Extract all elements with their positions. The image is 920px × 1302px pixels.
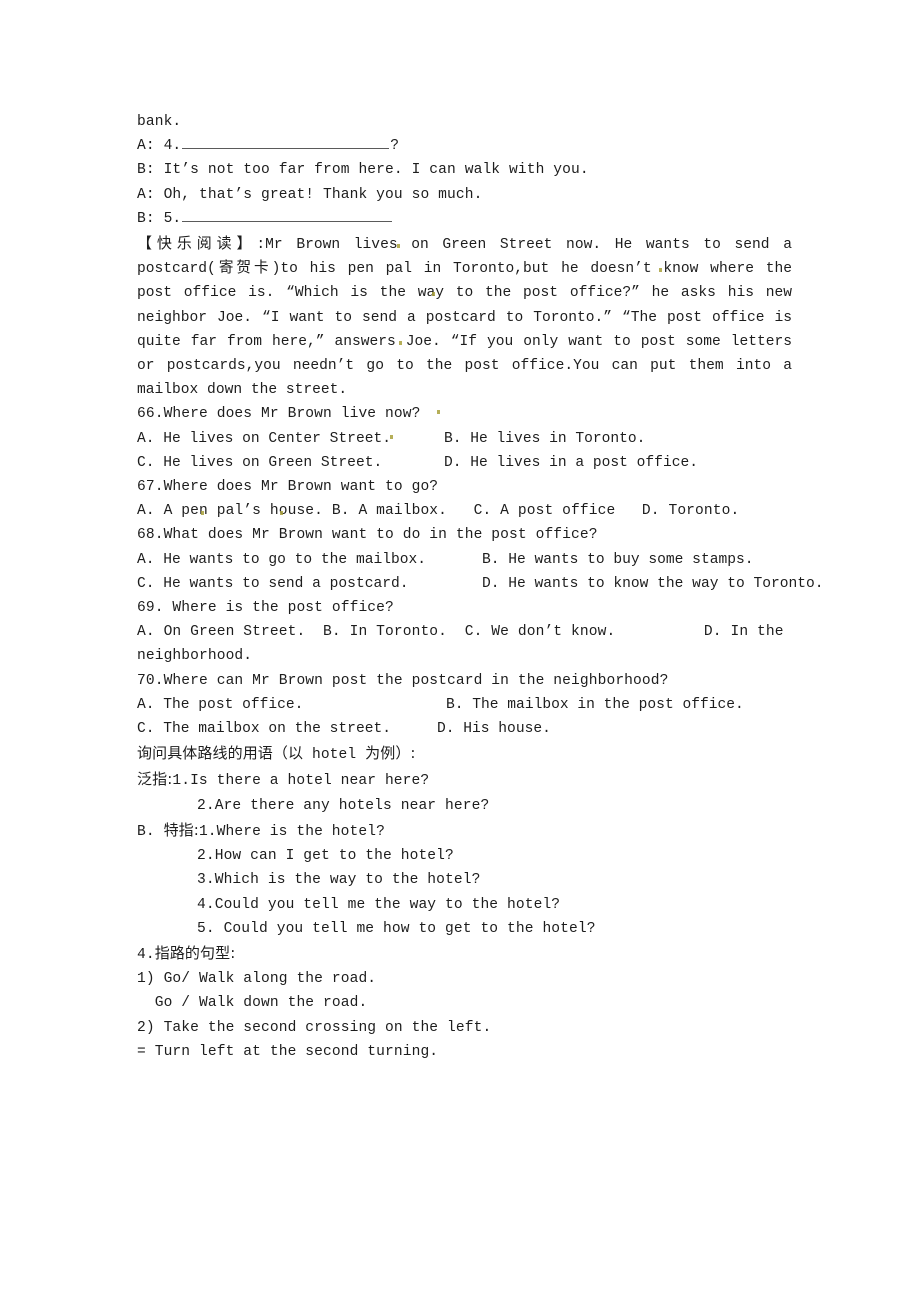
reading-passage-text: Mr Brown lives on Green Street now. He w… [137,237,792,399]
dialogue-a4-suffix: ? [390,138,400,155]
option-68-C[interactable]: C. He wants to send a postcard. [137,572,482,596]
dialogue-line-a4: A: 4.? [137,134,792,158]
notes-specific-item-5: 5. Could you tell me how to get to the h… [197,920,596,937]
notes-heading-latin: hotel [303,747,366,764]
question-70-options-row-2: C. The mailbox on the street. D. His hou… [137,717,792,741]
directions-line-2: Go / Walk down the road. [137,995,368,1012]
document-page: bank. A: 4.? B: It’s not too far from he… [0,0,920,1302]
dialogue-line-b-walk: B: It’s not too far from here. I can wal… [137,162,589,179]
option-66-C[interactable]: C. He lives on Green Street. [137,451,444,475]
scan-artifact-speck [201,511,204,515]
scan-artifact-speck [397,244,400,248]
question-70-stem: 70.Where can Mr Brown post the postcard … [137,672,669,689]
notes-specific-label: 特指: [163,820,199,839]
question-68-stem: 68.What does Mr Brown want to do in the … [137,527,598,544]
question-68-options-row-1: A. He wants to go to the mailbox. B. He … [137,548,792,572]
dialogue-a4-prefix: A: 4. [137,138,182,155]
notes-specific-item-3: 3.Which is the way to the hotel? [197,872,481,889]
notes-heading-cjk-b: 为例）: [365,744,416,763]
directions-line-4: = Turn left at the second turning. [137,1043,439,1060]
option-68-A[interactable]: A. He wants to go to the mailbox. [137,548,482,572]
dialogue-line-b5: B: 5. [137,207,792,231]
question-67-options[interactable]: A. A pen pal’s house. B. A mailbox. C. A… [137,499,792,523]
question-66-options-row-2: C. He lives on Green Street. D. He lives… [137,451,792,475]
option-70-B[interactable]: B. The mailbox in the post office. [446,693,744,717]
directions-heading-cjk: 指路的句型: [154,943,236,962]
notes-general-item-1: 1.Is there a hotel near here? [172,773,430,790]
question-70-options-row-1: A. The post office. B. The mailbox in th… [137,693,792,717]
notes-heading-cjk-a: 询问具体路线的用语（以 [137,744,304,763]
question-66-options-row-1: A. He lives on Center Street. B. He live… [137,427,792,451]
directions-heading-number: 4. [137,946,155,963]
notes-specific-item-1: 1.Where is the hotel? [198,823,385,840]
directions-heading: 4.指路的句型: [137,941,792,967]
option-68-B[interactable]: B. He wants to buy some stamps. [482,548,754,572]
scan-artifact-speck [437,410,440,414]
notes-general-item-2: 2.Are there any hotels near here? [197,797,490,814]
notes-specific-item-2: 2.How can I get to the hotel? [197,848,454,865]
question-66-stem: 66.Where does Mr Brown live now? [137,406,421,423]
option-68-D[interactable]: D. He wants to know the way to Toronto. [482,572,824,596]
question-69-options-wrap[interactable]: neighborhood. [137,644,792,668]
notes-heading: 询问具体路线的用语（以 hotel 为例）: [137,741,792,767]
question-67-stem: 67.Where does Mr Brown want to go? [137,479,439,496]
question-68-options-row-2: C. He wants to send a postcard. D. He wa… [137,572,824,596]
dialogue-line-a-thanks: A: Oh, that’s great! Thank you so much. [137,186,483,203]
scan-artifact-speck [390,435,393,439]
option-66-A[interactable]: A. He lives on Center Street. [137,427,444,451]
directions-line-1: 1) Go/ Walk along the road. [137,971,377,988]
scan-artifact-speck [659,268,662,272]
notes-general-line-1: 泛指:1.Is there a hotel near here? [137,767,792,793]
question-69-options[interactable]: A. On Green Street. B. In Toronto. C. We… [137,620,792,644]
option-66-B[interactable]: B. He lives in Toronto. [444,427,645,451]
dialogue-line-bank: bank. [137,114,182,130]
notes-specific-line-1: B. 特指:1.Where is the hotel? [137,818,792,844]
option-70-D[interactable]: D. His house. [437,717,551,741]
notes-general-label: 泛指: [137,770,173,789]
directions-line-3: 2) Take the second crossing on the left. [137,1019,492,1036]
page-content: bank. A: 4.? B: It’s not too far from he… [137,110,824,1064]
question-69-stem: 69. Where is the post office? [137,600,394,617]
dialogue-b5-prefix: B: 5. [137,210,182,227]
scan-artifact-speck [432,292,435,296]
fill-in-blank-5[interactable] [182,207,393,222]
scan-artifact-speck [399,341,402,345]
reading-passage: 【快乐阅读】:Mr Brown lives on Green Street no… [137,231,792,402]
fill-in-blank-4[interactable] [182,134,390,150]
option-66-D[interactable]: D. He lives in a post office. [444,451,698,475]
notes-specific-item-4: 4.Could you tell me the way to the hotel… [197,896,561,913]
scan-artifact-speck [280,511,283,515]
reading-header-cjk: 【快乐阅读】 [137,234,257,253]
option-70-A[interactable]: A. The post office. [137,693,446,717]
reading-header-colon: : [256,237,266,254]
option-70-C[interactable]: C. The mailbox on the street. [137,717,437,741]
notes-specific-prefix: B. [137,823,164,840]
